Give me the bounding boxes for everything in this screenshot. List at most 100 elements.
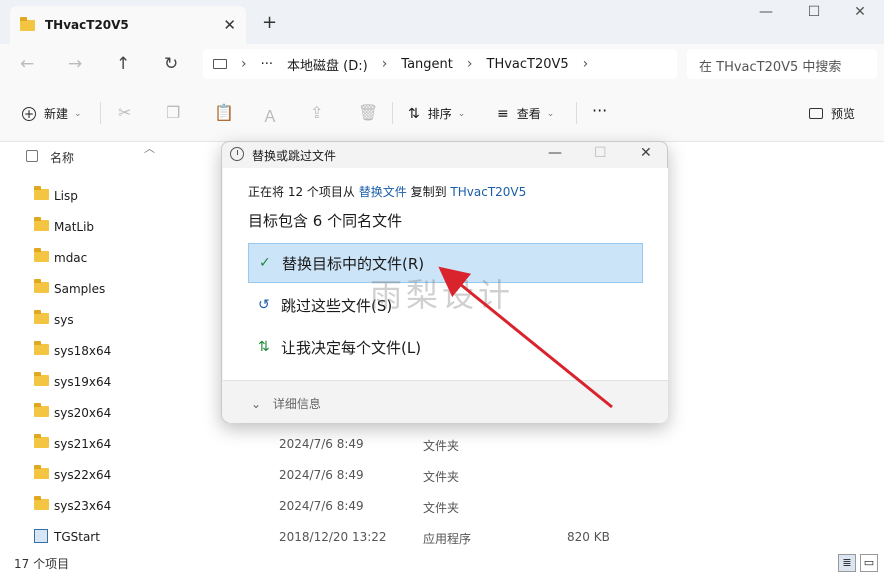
file-name: TGStart (54, 530, 100, 544)
file-name: Samples (54, 282, 106, 296)
view-label: 查看 (516, 107, 541, 121)
forward-button[interactable]: → (68, 54, 82, 74)
refresh-button[interactable]: ↻ (164, 54, 178, 74)
breadcrumb-separator: › (466, 56, 473, 72)
conflict-summary: 目标包含 6 个同名文件 (248, 212, 403, 230)
dialog-minimize-button[interactable]: — (548, 145, 562, 161)
sort-button[interactable]: ⇅ 排序 ⌄ (408, 105, 465, 122)
close-window-button[interactable]: ✕ (840, 4, 880, 28)
title-bar: THvacT20V5 ✕ + — ☐ ✕ (0, 0, 884, 44)
dialog-title: 替换或跳过文件 (252, 149, 337, 163)
decide-each-label: 让我决定每个文件(L) (281, 338, 422, 357)
toolbar-divider (576, 102, 577, 124)
file-row[interactable]: sys23x64 2024/7/6 8:49 文件夹 (0, 491, 884, 522)
skip-icon: ↺ (258, 297, 270, 313)
breadcrumb-item-thvac[interactable]: THvacT20V5 (487, 57, 569, 72)
sort-up-icon: ︿ (144, 142, 155, 155)
file-name: sys21x64 (54, 437, 112, 451)
breadcrumb-more[interactable]: ··· (261, 57, 273, 72)
file-type: 文件夹 (423, 501, 460, 515)
file-row[interactable]: TGStart 2018/12/20 13:22 应用程序 820 KB (0, 522, 884, 553)
cut-icon[interactable]: ✂ (118, 103, 131, 122)
details-toggle[interactable]: ⌄ 详细信息 (251, 395, 321, 412)
file-type: 文件夹 (423, 439, 460, 453)
new-label: 新建 (44, 107, 69, 121)
rename-icon[interactable]: Ａ (262, 103, 278, 127)
file-date: 2024/7/6 8:49 (279, 437, 364, 451)
tab-thvact20v5[interactable]: THvacT20V5 ✕ (10, 6, 246, 44)
command-bar: + 新建 ⌄ ✂ ❐ 📋 Ａ ⇪ 🗑 ⇅ 排序 ⌄ ≡ 查看 ⌄ ··· 预览 (0, 86, 884, 142)
decide-each-option[interactable]: ⇅ 让我决定每个文件(L) (248, 327, 643, 367)
folder-icon (34, 403, 49, 417)
dialog-maximize-button: ☐ (594, 145, 607, 161)
sort-icon: ⇅ (408, 105, 420, 122)
application-icon (34, 529, 48, 543)
toolbar-divider (100, 102, 101, 124)
folder-icon (34, 186, 49, 200)
copy-icon[interactable]: ❐ (166, 103, 180, 122)
file-name: sys19x64 (54, 375, 112, 389)
folder-icon (34, 310, 49, 324)
copy-prefix: 正在将 12 个项目从 (248, 185, 355, 199)
back-button[interactable]: ← (20, 54, 34, 74)
breadcrumb-item-drive[interactable]: 本地磁盘 (D:) (287, 55, 368, 74)
chevron-down-icon: ⌄ (546, 108, 555, 119)
file-type: 应用程序 (423, 532, 472, 546)
new-tab-button[interactable]: + (262, 12, 277, 33)
preview-button[interactable]: 预览 (809, 105, 855, 122)
breadcrumb-item-tangent[interactable]: Tangent (401, 57, 453, 72)
destination-folder-link[interactable]: THvacT20V5 (450, 185, 526, 199)
search-input[interactable]: 在 THvacT20V5 中搜索 (687, 49, 877, 79)
dialog-footer: ⌄ 详细信息 (223, 380, 668, 423)
more-options-button[interactable]: ··· (592, 101, 607, 120)
paste-icon[interactable]: 📋 (214, 103, 234, 122)
file-name: Lisp (54, 189, 78, 203)
breadcrumb-separator: › (241, 56, 247, 72)
folder-icon (20, 16, 35, 31)
dialog-close-button[interactable]: ✕ (640, 145, 652, 161)
tiles-view-button[interactable]: ▭ (860, 554, 878, 572)
folder-icon (34, 372, 49, 386)
tab-close-icon[interactable]: ✕ (223, 16, 236, 34)
source-folder-link[interactable]: 替换文件 (359, 185, 407, 199)
sort-label: 排序 (427, 107, 452, 121)
details-view-button[interactable]: ≣ (838, 554, 856, 572)
folder-icon (34, 248, 49, 262)
maximize-button[interactable]: ☐ (794, 4, 834, 28)
clock-icon (230, 147, 244, 161)
chevron-down-icon: ⌄ (251, 397, 262, 411)
details-label: 详细信息 (272, 397, 321, 411)
file-row[interactable]: sys21x64 2024/7/6 8:49 文件夹 (0, 429, 884, 460)
decide-icon: ⇅ (258, 339, 270, 355)
share-icon[interactable]: ⇪ (310, 103, 323, 122)
file-name: MatLib (54, 220, 95, 234)
folder-icon (34, 341, 49, 355)
minimize-button[interactable]: — (746, 4, 786, 28)
breadcrumb[interactable]: › ··· 本地磁盘 (D:) › Tangent › THvacT20V5 › (203, 49, 677, 79)
computer-icon (213, 59, 227, 69)
new-button[interactable]: + 新建 ⌄ (22, 105, 82, 122)
delete-icon[interactable]: 🗑 (358, 103, 378, 122)
file-type: 文件夹 (423, 470, 460, 484)
file-name: sys22x64 (54, 468, 112, 482)
folder-icon (34, 434, 49, 448)
copy-progress-text: 正在将 12 个项目从 替换文件 复制到 THvacT20V5 (248, 183, 526, 200)
tab-title: THvacT20V5 (45, 18, 129, 32)
folder-icon (34, 279, 49, 293)
folder-icon (34, 465, 49, 479)
file-size: 820 KB (567, 530, 610, 544)
file-row[interactable]: sys22x64 2024/7/6 8:49 文件夹 (0, 460, 884, 491)
watermark-text: 雨梨设计 (370, 276, 515, 314)
folder-icon (34, 217, 49, 231)
up-button[interactable]: ↑ (116, 54, 130, 74)
toolbar-divider (392, 102, 393, 124)
column-header-name[interactable]: 名称 (50, 149, 74, 166)
list-view-icon: ≡ (497, 105, 509, 122)
chevron-down-icon: ⌄ (74, 108, 82, 119)
check-icon: ✓ (259, 255, 271, 271)
view-button[interactable]: ≡ 查看 ⌄ (497, 105, 554, 122)
select-all-checkbox[interactable] (26, 150, 38, 162)
breadcrumb-separator: › (381, 56, 388, 72)
file-date: 2024/7/6 8:49 (279, 499, 364, 513)
file-name: sys20x64 (54, 406, 112, 420)
